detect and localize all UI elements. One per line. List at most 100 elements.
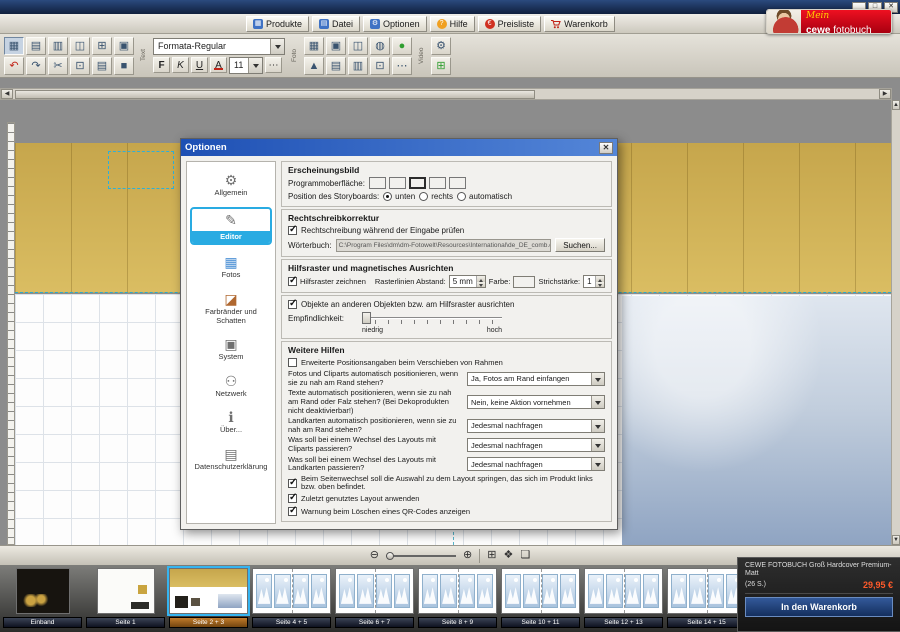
sidebar-item-datenschutz[interactable]: Datenschutzerklärung [190,444,272,474]
thumbnail-seite-4-5[interactable]: Seite 4 + 5 [252,568,331,632]
grid-spacing-stepper[interactable]: 5 mm [449,275,486,288]
thumbnail-image[interactable] [169,568,248,614]
dialog-titlebar[interactable]: Optionen ✕ [181,139,617,156]
zoom-slider[interactable] [386,551,456,561]
layout-cliparts-dropdown[interactable]: Jedesmal nachfragen [467,438,605,452]
video-settings-icon[interactable] [431,37,451,55]
storyboard-radio-rechts[interactable]: rechts [419,192,453,201]
add-page-icon[interactable] [92,37,112,55]
sensitivity-slider[interactable] [362,312,502,325]
sidebar-item-fotos[interactable]: Fotos [190,252,272,282]
layout-maps-dropdown[interactable]: Jedesmal nachfragen [467,457,605,471]
theme-swatch-darkgray[interactable] [389,177,406,189]
stroke-width-stepper[interactable]: 1 [583,275,604,288]
italic-button[interactable]: K [172,57,189,73]
autofix-icon[interactable] [392,37,412,55]
last-layout-checkbox[interactable] [288,494,297,503]
insert-photo-icon[interactable] [304,37,324,55]
thumbnail-einband[interactable]: Einband [3,568,82,632]
text-position-dropdown[interactable]: Nein, keine Aktion vornehmen [467,395,605,409]
dictionary-path-field[interactable]: C:\Program Files\dm\dm-Fotowelt\Resource… [336,239,552,252]
menu-datei[interactable]: ▤ Datei [312,16,360,32]
undo-icon[interactable] [4,57,24,75]
thumbnail-image[interactable] [252,568,331,614]
frame-tool-icon[interactable] [114,37,134,55]
bold-button[interactable]: F [153,57,170,73]
spellcheck-checkbox[interactable] [288,226,297,235]
snap-objects-checkbox[interactable] [288,300,297,309]
pages-view-icon[interactable] [26,37,46,55]
thumbnail-image[interactable] [335,568,414,614]
crop-icon[interactable] [348,37,368,55]
redo-icon[interactable] [26,57,46,75]
menu-hilfe[interactable]: ? Hilfe [430,16,475,32]
storyboard-radio-automatisch[interactable]: automatisch [457,192,512,201]
search-dictionary-button[interactable]: Suchen... [555,238,605,252]
thumbnail-image[interactable] [418,568,497,614]
split-view-icon[interactable] [70,37,90,55]
menu-optionen[interactable]: ⚙ Optionen [363,16,427,32]
zoom-in-icon[interactable]: ⊕ [463,550,472,561]
thumbnail-seite-1[interactable]: Seite 1 [86,568,165,632]
zoom-out-icon[interactable]: ⊖ [370,550,379,561]
thumbnail-seite-2-3[interactable]: Seite 2 + 3 [169,568,248,632]
thumbnail-seite-6-7[interactable]: Seite 6 + 7 [335,568,414,632]
zoom-slider-handle[interactable] [386,552,394,560]
slider-handle[interactable] [362,312,371,324]
thumbnail-seite-10-11[interactable]: Seite 10 + 11 [501,568,580,632]
columns-view-icon[interactable] [48,37,68,55]
thumbnail-seite-14-15[interactable]: Seite 14 + 15 [667,568,746,632]
text-color-button[interactable]: A [210,57,227,73]
rotate-icon[interactable] [304,57,324,75]
font-size-select[interactable]: 11 [229,57,263,74]
sidebar-item-netzwerk[interactable]: Netzwerk [190,371,272,401]
thumbnail-image[interactable] [16,568,70,614]
border-icon[interactable] [326,57,346,75]
menu-produkte[interactable]: ▦ Produkte [246,16,309,32]
horizontal-scroll-thumb[interactable] [15,90,535,99]
effects-icon[interactable] [370,37,390,55]
photos-position-dropdown[interactable]: Ja, Fotos am Rand einfangen [467,372,605,386]
scroll-left-icon[interactable]: ◀ [1,89,13,99]
copy-icon[interactable] [70,57,90,75]
extended-position-checkbox[interactable] [288,358,297,367]
qr-warning-checkbox[interactable] [288,507,297,516]
menu-preisliste[interactable]: € Preisliste [478,16,542,32]
pointer-tool-icon[interactable] [4,37,24,55]
paste-icon[interactable] [92,57,112,75]
delete-icon[interactable] [114,57,134,75]
thumbnail-image[interactable] [501,568,580,614]
align-icon[interactable] [370,57,390,75]
page-change-checkbox[interactable] [288,479,297,488]
thumbnail-seite-8-9[interactable]: Seite 8 + 9 [418,568,497,632]
theme-swatch-gray[interactable] [409,177,426,189]
font-family-select[interactable]: Formata-Regular [153,38,285,55]
sidebar-item-farbraender[interactable]: Farbränder und Schatten [190,289,272,327]
more-photo-options-icon[interactable] [392,57,412,75]
thumbnail-image[interactable] [97,568,155,614]
sidebar-item-editor[interactable]: Editor [190,207,272,246]
scroll-down-icon[interactable]: ▼ [892,535,900,545]
cut-icon[interactable] [48,57,68,75]
fullscreen-icon[interactable]: ❖ [503,550,513,561]
sidebar-item-allgemein[interactable]: Allgemein [190,170,272,200]
draw-grid-checkbox[interactable] [288,277,297,286]
sidebar-item-system[interactable]: System [190,334,272,364]
vertical-scrollbar[interactable]: ▲ ▼ [891,100,900,545]
thumbnail-seite-12-13[interactable]: Seite 12 + 13 [584,568,663,632]
theme-swatch-lightgray[interactable] [429,177,446,189]
grid-color-swatch[interactable] [513,276,535,288]
photo-frame-icon[interactable] [326,37,346,55]
thumbnail-image[interactable] [667,568,746,614]
thumbnail-image[interactable] [584,568,663,614]
more-text-options-button[interactable]: ⋯ [265,57,282,73]
sky-photo[interactable] [622,296,891,545]
scroll-up-icon[interactable]: ▲ [892,100,900,110]
scroll-right-icon[interactable]: ▶ [879,89,891,99]
underline-button[interactable]: U [191,57,208,73]
dialog-close-button[interactable]: ✕ [599,142,613,154]
sidebar-item-ueber[interactable]: Über... [190,407,272,437]
horizontal-scrollbar[interactable]: ◀ ▶ [0,88,892,100]
add-to-cart-button[interactable]: In den Warenkorb [745,597,893,617]
add-video-icon[interactable] [431,57,451,75]
